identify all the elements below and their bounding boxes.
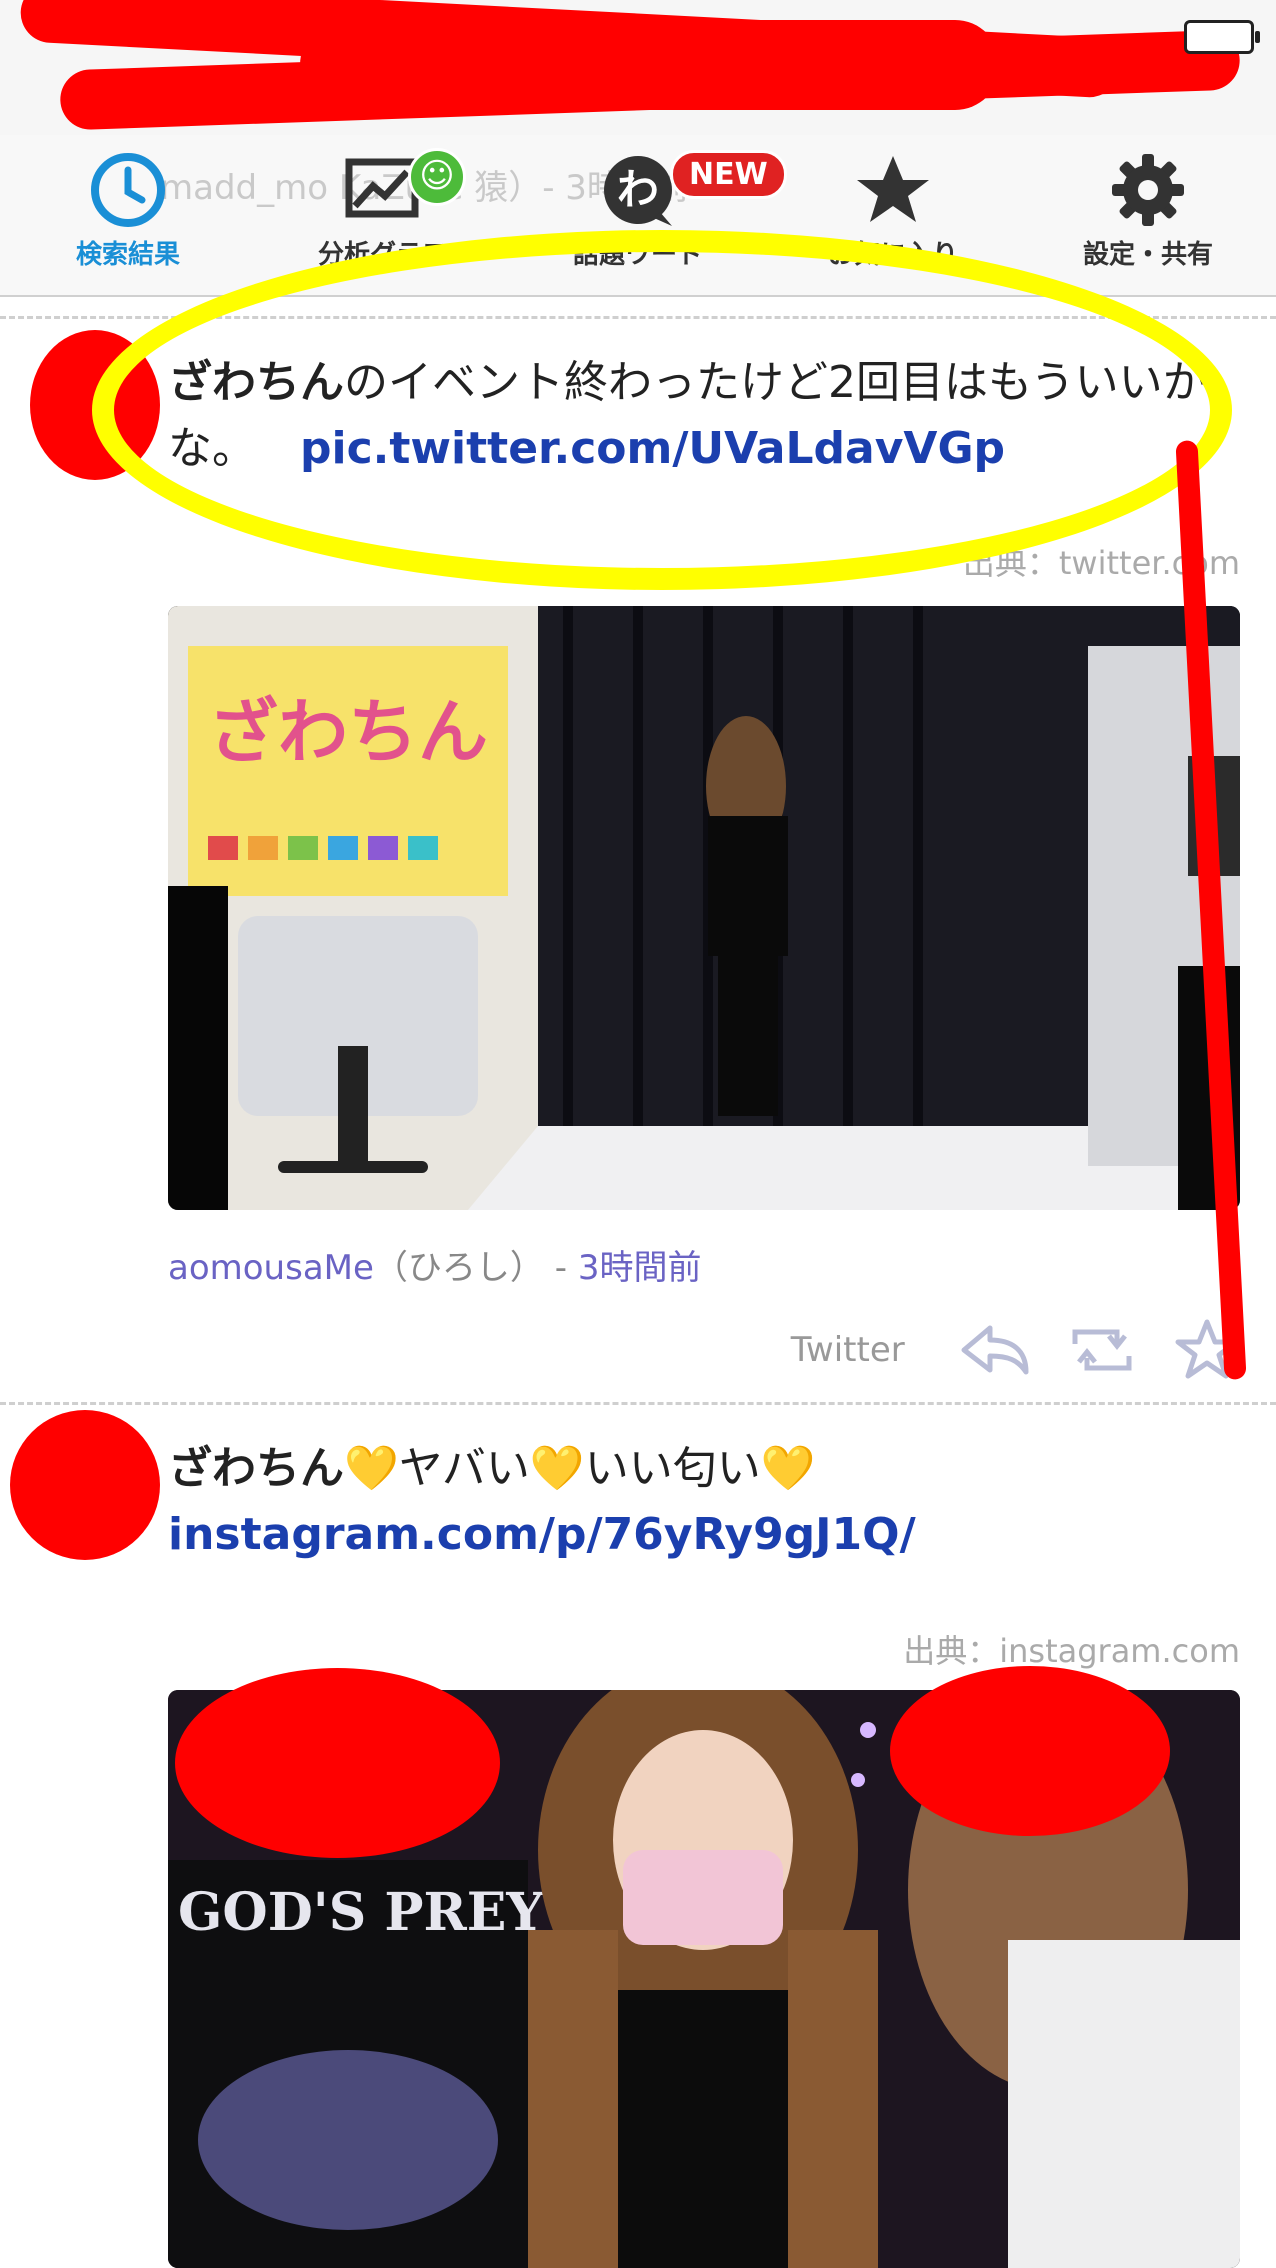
reply-icon[interactable] <box>960 1322 1030 1378</box>
svg-text:GOD'S PREY: GOD'S PREY <box>178 1882 544 1943</box>
tab-label: 設定・共有 <box>1082 240 1213 270</box>
clock-icon <box>91 153 165 227</box>
battery-icon <box>1184 20 1260 54</box>
redaction-scribble <box>890 1666 1170 1836</box>
post-body: 💛ヤバい💛いい匂い💛 <box>344 1443 816 1494</box>
retweet-icon[interactable] <box>1065 1322 1139 1378</box>
post-keyword: ざわちん <box>168 1443 344 1494</box>
tab-label: 検索結果 <box>75 240 180 270</box>
highlight-annotation <box>92 230 1232 590</box>
post-display-name: （ひろし） <box>373 1248 544 1288</box>
svg-text:わ: わ <box>617 165 659 214</box>
smile-icon: ☺ <box>408 148 466 206</box>
event-stage-photo: ざわちん <box>168 606 1240 1210</box>
new-badge: NEW <box>670 150 787 199</box>
star-icon <box>857 156 929 222</box>
tab-settings-share[interactable]: 設定・共有 <box>1048 150 1248 271</box>
post-source: 出典：instagram.com <box>903 1632 1240 1670</box>
avatar[interactable] <box>10 1410 160 1560</box>
gear-icon <box>1112 154 1184 226</box>
post-photo[interactable]: ざわちん <box>168 606 1240 1210</box>
post-actions: Twitter <box>790 1318 1240 1379</box>
post-time[interactable]: 3時間前 <box>578 1248 702 1288</box>
meta-separator: - <box>543 1248 578 1288</box>
post-meta: aomousaMe（ひろし） - 3時間前 <box>168 1240 701 1289</box>
divider <box>0 1402 1276 1405</box>
redaction-scribble <box>175 1668 500 1858</box>
wa-icon: わ <box>604 156 672 226</box>
status-bar <box>0 0 1276 135</box>
service-label: Twitter <box>790 1330 905 1370</box>
post-username[interactable]: aomousaMe <box>168 1248 374 1288</box>
tab-search-results[interactable]: 検索結果 <box>28 150 228 271</box>
post-text: ざわちん💛ヤバい💛いい匂い💛 instagram.com/p/76yRy9gJ1… <box>168 1436 1248 1568</box>
post-link[interactable]: instagram.com/p/76yRy9gJ1Q/ <box>168 1509 916 1560</box>
svg-text:ざわちん: ざわちん <box>208 691 488 773</box>
redaction-scribble <box>300 20 1000 110</box>
